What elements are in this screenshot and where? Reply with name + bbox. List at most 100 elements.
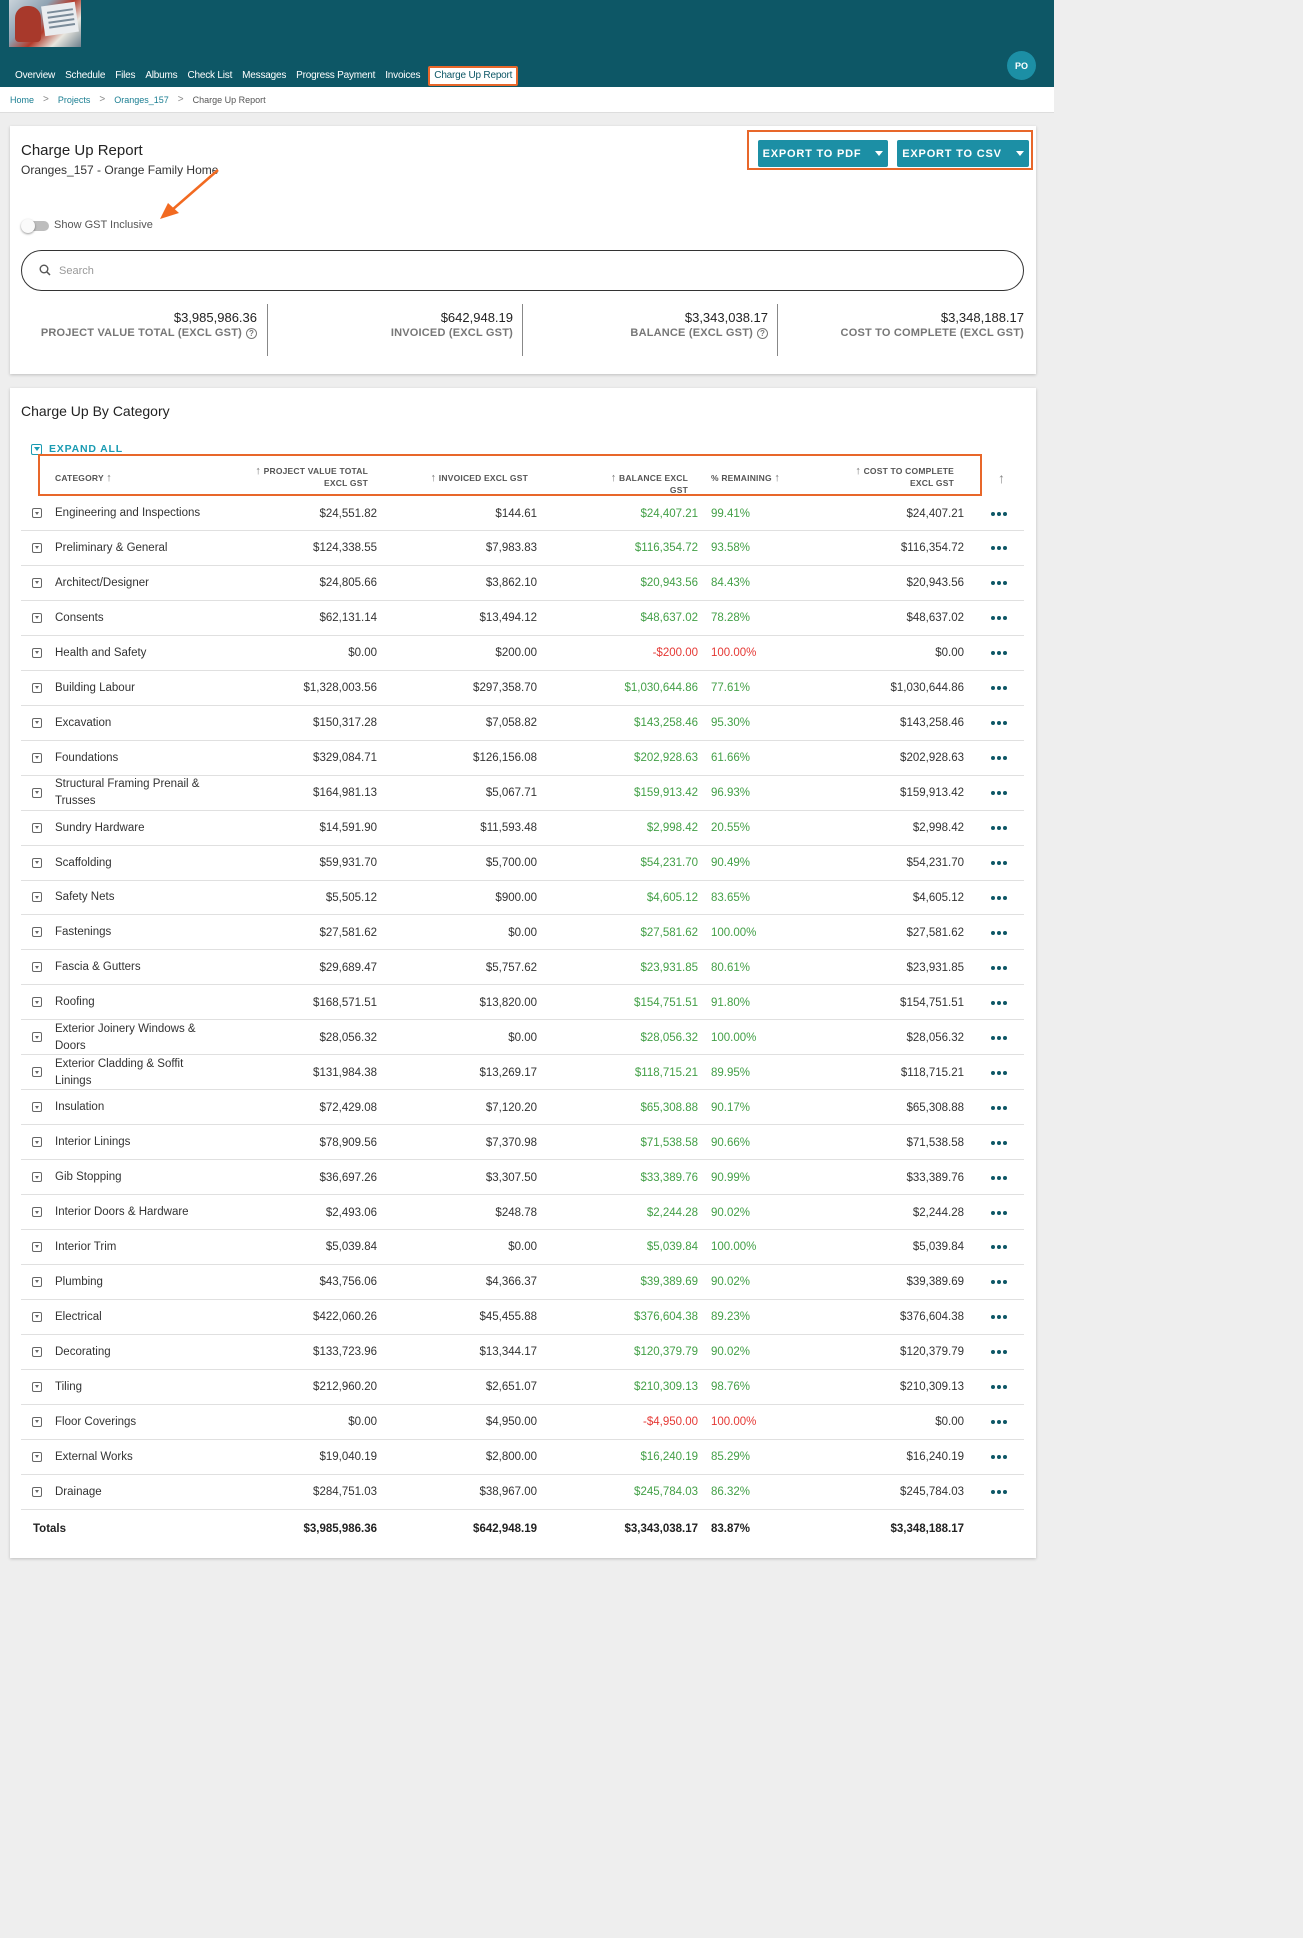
cell-invoiced: $0.00 <box>508 1031 537 1044</box>
more-horizontal-icon[interactable] <box>987 985 1011 1020</box>
nav-overview[interactable]: Overview <box>10 66 60 86</box>
cell-remaining: 89.23% <box>711 1311 751 1324</box>
more-horizontal-icon[interactable] <box>987 915 1011 950</box>
expand-row-icon[interactable] <box>32 1311 42 1322</box>
expand-row-icon[interactable] <box>32 927 42 938</box>
more-horizontal-icon[interactable] <box>987 1405 1011 1440</box>
expand-row-icon[interactable] <box>32 508 42 518</box>
column-header-category[interactable]: CATEGORY ↑ <box>55 472 112 484</box>
nav-check-list[interactable]: Check List <box>182 66 237 86</box>
export-csv-button[interactable]: EXPORT TO CSV <box>897 140 1029 167</box>
more-horizontal-icon[interactable] <box>987 601 1011 636</box>
table-row: Electrical $422,060.26 $45,455.88 $376,604.… <box>21 1300 1024 1335</box>
expand-row-icon[interactable] <box>32 612 42 623</box>
table-row: Scaffolding $59,931.70 $5,700.00 $54,231.70… <box>21 846 1024 881</box>
expand-row-icon[interactable] <box>32 717 42 728</box>
more-horizontal-icon[interactable] <box>987 1125 1011 1160</box>
arrow-up-icon[interactable]: ↑ <box>998 470 1005 486</box>
expand-row-icon[interactable] <box>32 892 42 903</box>
expand-row-icon[interactable] <box>32 822 42 833</box>
table-row: Exterior Joinery Windows & Doors $28,056.… <box>21 1020 1024 1056</box>
column-header-remaining[interactable]: % REMAINING ↑ <box>711 472 780 484</box>
expand-row-icon[interactable] <box>32 857 42 868</box>
cell-category: Scaffolding <box>55 856 112 869</box>
breadcrumb-project[interactable]: Oranges_157 <box>114 95 169 105</box>
column-header-project-value[interactable]: ↑ PROJECT VALUE TOTAL EXCL GST <box>234 465 368 489</box>
more-horizontal-icon[interactable] <box>987 811 1011 846</box>
stat-value: $642,948.19 <box>440 310 513 325</box>
expand-row-icon[interactable] <box>32 1416 42 1427</box>
more-horizontal-icon[interactable] <box>987 1335 1011 1370</box>
more-horizontal-icon[interactable] <box>987 706 1011 741</box>
more-horizontal-icon[interactable] <box>987 1370 1011 1405</box>
expand-row-icon[interactable] <box>32 1172 42 1183</box>
nav-schedule[interactable]: Schedule <box>60 66 110 86</box>
nav-files[interactable]: Files <box>110 66 140 86</box>
expand-row-icon[interactable] <box>32 682 42 693</box>
nav-progress-payment[interactable]: Progress Payment <box>291 66 380 86</box>
export-pdf-button[interactable]: EXPORT TO PDF <box>758 140 888 167</box>
help-circle-icon[interactable]: ? <box>757 327 768 339</box>
expand-row-icon[interactable] <box>32 787 42 798</box>
more-horizontal-icon[interactable] <box>987 1160 1011 1195</box>
cell-remaining: 100.00% <box>711 926 757 939</box>
more-horizontal-icon[interactable] <box>987 531 1011 566</box>
more-horizontal-icon[interactable] <box>987 950 1011 985</box>
help-circle-icon[interactable]: ? <box>246 327 257 339</box>
expand-row-icon[interactable] <box>32 647 42 658</box>
more-horizontal-icon[interactable] <box>987 1195 1011 1230</box>
more-horizontal-icon[interactable] <box>987 566 1011 601</box>
more-horizontal-icon[interactable] <box>987 846 1011 881</box>
breadcrumb-home[interactable]: Home <box>10 95 34 105</box>
expand-row-icon[interactable] <box>32 997 42 1008</box>
more-horizontal-icon[interactable] <box>987 776 1011 811</box>
cell-category: Architect/Designer <box>55 576 149 589</box>
expand-row-icon[interactable] <box>32 1137 42 1148</box>
more-horizontal-icon[interactable] <box>987 1440 1011 1475</box>
column-label: % REMAINING <box>711 473 772 483</box>
more-horizontal-icon[interactable] <box>987 1090 1011 1125</box>
expand-row-icon[interactable] <box>32 752 42 763</box>
nav-messages[interactable]: Messages <box>237 66 291 86</box>
more-horizontal-icon[interactable] <box>987 496 1011 531</box>
cell-cost-to-complete: $48,637.02 <box>906 612 964 625</box>
totals-label: Totals <box>33 1522 67 1535</box>
expand-row-icon[interactable] <box>32 1381 42 1392</box>
more-horizontal-icon[interactable] <box>987 1230 1011 1265</box>
breadcrumb-projects[interactable]: Projects <box>58 95 91 105</box>
expand-row-icon[interactable] <box>32 1067 42 1078</box>
user-avatar[interactable]: PO <box>1007 51 1036 80</box>
expand-row-icon[interactable] <box>32 577 42 588</box>
nav-charge-up-report[interactable]: Charge Up Report <box>428 66 519 86</box>
expand-row-icon[interactable] <box>32 1276 42 1287</box>
more-horizontal-icon[interactable] <box>987 880 1011 915</box>
expand-row-icon[interactable] <box>32 542 42 553</box>
search-input[interactable] <box>59 261 959 281</box>
column-header-balance[interactable]: ↑ BALANCE EXCL GST <box>592 472 688 496</box>
more-horizontal-icon[interactable] <box>987 636 1011 671</box>
expand-row-icon[interactable] <box>32 1346 42 1357</box>
more-horizontal-icon[interactable] <box>987 1475 1011 1510</box>
cell-remaining: 99.41% <box>711 507 751 520</box>
more-horizontal-icon[interactable] <box>987 1055 1011 1090</box>
expand-row-icon[interactable] <box>32 1032 42 1043</box>
expand-row-icon[interactable] <box>32 1241 42 1252</box>
expand-row-icon[interactable] <box>32 1102 42 1113</box>
expand-row-icon[interactable] <box>32 1486 42 1497</box>
column-header-cost-to-complete[interactable]: ↑ COST TO COMPLETE EXCL GST <box>830 465 954 489</box>
cell-cost-to-complete: $16,240.19 <box>906 1451 964 1464</box>
expand-row-icon[interactable] <box>32 1207 42 1217</box>
more-horizontal-icon[interactable] <box>987 1300 1011 1335</box>
expand-row-icon[interactable] <box>32 1451 42 1462</box>
column-header-invoiced[interactable]: ↑ INVOICED EXCL GST <box>430 472 528 484</box>
gst-inclusive-toggle[interactable] <box>21 219 49 233</box>
arrow-up-icon: ↑ <box>430 472 437 484</box>
table-row: Consents $62,131.14 $13,494.12 $48,637.02 78… <box>21 601 1024 636</box>
more-horizontal-icon[interactable] <box>987 1020 1011 1055</box>
expand-row-icon[interactable] <box>32 962 42 973</box>
nav-invoices[interactable]: Invoices <box>380 66 425 86</box>
more-horizontal-icon[interactable] <box>987 671 1011 706</box>
more-horizontal-icon[interactable] <box>987 1265 1011 1300</box>
more-horizontal-icon[interactable] <box>987 741 1011 776</box>
nav-albums[interactable]: Albums <box>140 66 182 86</box>
